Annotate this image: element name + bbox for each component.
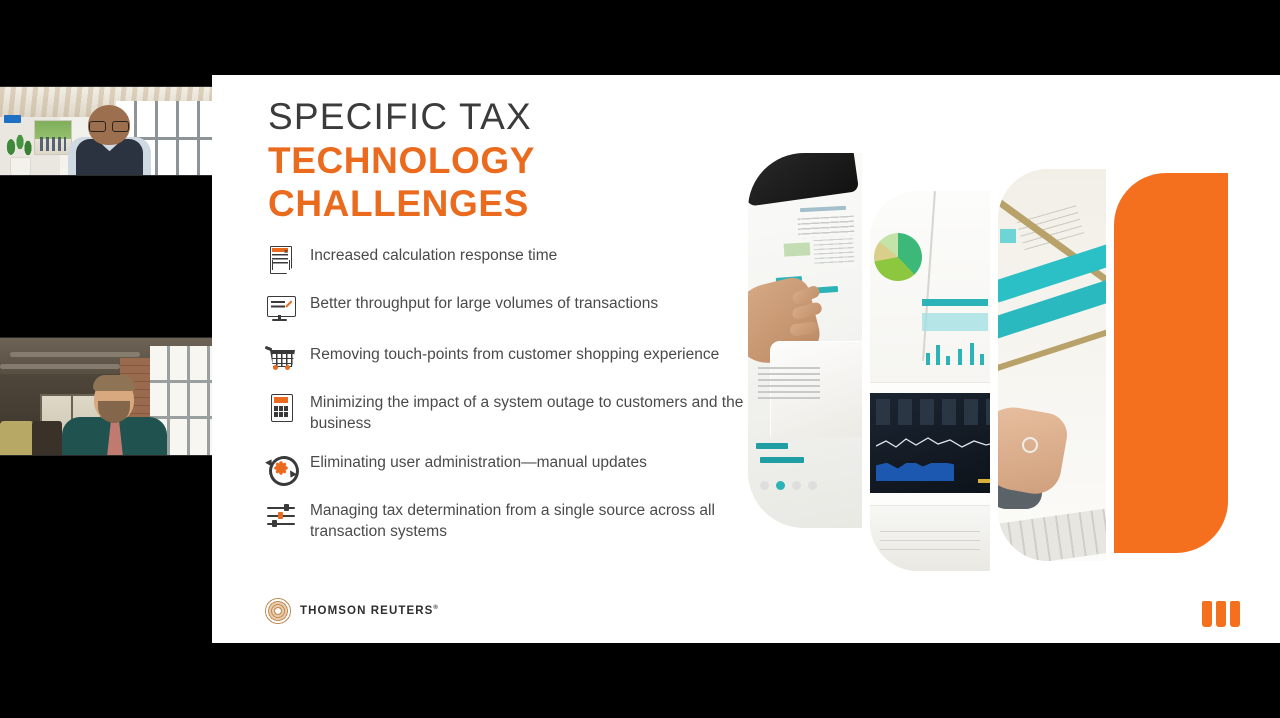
video-scene-background bbox=[0, 87, 212, 175]
list-item: Managing tax determination from a single… bbox=[264, 500, 749, 543]
video-overlay-badge bbox=[4, 115, 21, 123]
list-item-label: Minimizing the impact of a system outage… bbox=[310, 394, 744, 433]
list-item: Eliminating user administration—manual u… bbox=[264, 451, 749, 490]
orange-accent-panel bbox=[1114, 173, 1228, 553]
list-item-label: Better throughput for large volumes of t… bbox=[310, 295, 659, 312]
thomson-reuters-wordmark: THOMSON REUTERS® bbox=[300, 605, 439, 617]
ceiling-pipe bbox=[10, 352, 140, 357]
shopping-cart-icon bbox=[264, 345, 298, 375]
challenge-list: × Increased calculation response time Be… bbox=[264, 245, 749, 560]
sofa bbox=[0, 421, 34, 455]
slide-title-line-3: CHALLENGES bbox=[268, 183, 529, 225]
potted-plant bbox=[4, 133, 34, 175]
monitor-edit-icon bbox=[264, 294, 298, 324]
photo-panel-highlighted-chart-mouse bbox=[998, 169, 1106, 561]
slide-title-line-2: TECHNOLOGY bbox=[268, 139, 536, 181]
list-item-label: Increased calculation response time bbox=[310, 247, 558, 264]
list-item-label: Eliminating user administration—manual u… bbox=[310, 453, 647, 471]
screen-recording-stage: SPECIFIC TAX TECHNOLOGY CHALLENGES × Inc… bbox=[0, 0, 1280, 718]
photo-panel-tablet-report bbox=[748, 153, 862, 528]
rail-divider bbox=[0, 175, 212, 176]
photo-panel-pie-chart-monitor bbox=[870, 191, 990, 571]
rail-divider bbox=[0, 455, 212, 456]
participant-2-figure bbox=[62, 375, 167, 455]
ceiling-pipe bbox=[0, 364, 120, 369]
chair bbox=[32, 421, 62, 455]
refresh-gear-icon bbox=[264, 451, 304, 490]
list-item: Removing touch-points from customer shop… bbox=[264, 344, 749, 375]
glasses-icon bbox=[88, 121, 130, 132]
slide-title: SPECIFIC TAX TECHNOLOGY CHALLENGES bbox=[268, 95, 728, 226]
list-item: Better throughput for large volumes of t… bbox=[264, 293, 749, 324]
slide-graphic-composition bbox=[748, 153, 1248, 573]
participant-tile-2[interactable] bbox=[0, 338, 212, 455]
calculator-icon bbox=[264, 393, 298, 423]
slide-title-line-1: SPECIFIC TAX bbox=[268, 96, 532, 137]
thomson-reuters-logo: THOMSON REUTERS® bbox=[264, 597, 439, 625]
list-item-label: Removing touch-points from customer shop… bbox=[310, 346, 720, 363]
document-invoice-icon: × bbox=[264, 246, 298, 276]
list-item: Minimizing the impact of a system outage… bbox=[264, 392, 749, 435]
onesource-three-bars-icon bbox=[1202, 601, 1240, 627]
participant-video-rail bbox=[0, 0, 212, 718]
participant-1-figure bbox=[62, 105, 157, 175]
list-item-label: Managing tax determination from a single… bbox=[310, 501, 715, 541]
sliders-icon bbox=[264, 501, 298, 531]
video-scene-background bbox=[0, 338, 212, 455]
presentation-slide: SPECIFIC TAX TECHNOLOGY CHALLENGES × Inc… bbox=[212, 75, 1280, 643]
thomson-reuters-kinesis-icon bbox=[264, 597, 292, 625]
participant-tile-1[interactable] bbox=[0, 87, 212, 175]
list-item: × Increased calculation response time bbox=[264, 245, 749, 276]
